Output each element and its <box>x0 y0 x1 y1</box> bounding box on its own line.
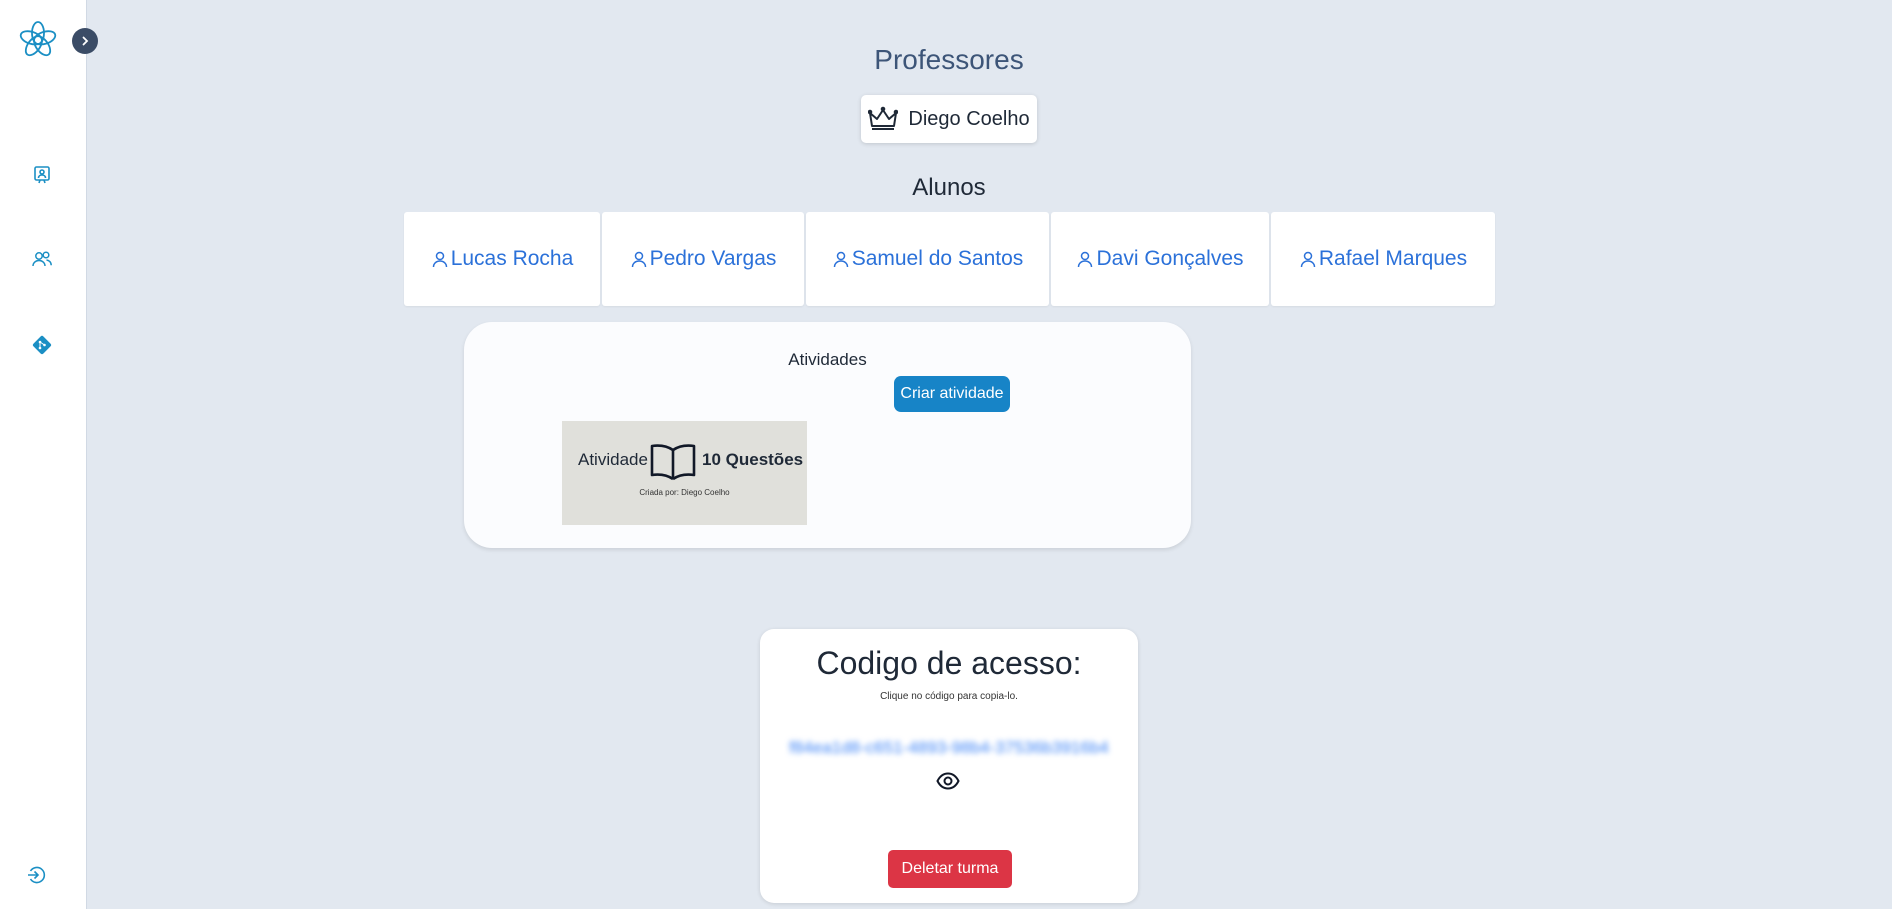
student-item[interactable]: Davi Gonçalves <box>1051 212 1269 306</box>
student-name: Samuel do Santos <box>851 247 1024 270</box>
access-code-value[interactable]: f84ea1d8-c651-4893-98b4-37536b3916b4 <box>760 738 1138 758</box>
class-page: Professores Diego Coelho Alunos Lucas Ro… <box>87 0 1892 909</box>
student-name: Lucas Rocha <box>450 247 574 270</box>
crown-icon <box>868 106 899 130</box>
students-list: Lucas Rocha Pedro Vargas Samuel do Santo… <box>404 212 1495 306</box>
presentation-icon[interactable] <box>31 164 53 186</box>
activities-panel: Atividades Criar atividade Atividade 10 … <box>464 322 1191 548</box>
user-icon <box>833 251 848 268</box>
activity-label: Atividade <box>578 450 648 469</box>
student-item[interactable]: Lucas Rocha <box>404 212 600 306</box>
expand-sidebar-button[interactable] <box>72 28 98 54</box>
students-title: Alunos <box>912 174 986 201</box>
flower-logo-icon[interactable] <box>18 20 58 60</box>
teacher-card[interactable]: Diego Coelho <box>861 95 1037 143</box>
teacher-name: Diego Coelho <box>908 107 1030 130</box>
student-name: Rafael Marques <box>1318 247 1468 270</box>
activity-author: Criada por: Diego Coelho <box>639 488 730 497</box>
chevron-right-icon <box>82 36 89 46</box>
sidebar <box>0 0 87 909</box>
user-icon <box>1078 251 1093 268</box>
access-code-hint: Clique no código para copia-lo. <box>880 691 1018 702</box>
student-name: Pedro Vargas <box>649 247 777 270</box>
access-code-card: Codigo de acesso: Clique no código para … <box>760 629 1138 903</box>
activities-title: Atividades <box>788 350 867 369</box>
user-icon <box>1300 251 1316 268</box>
git-diamond-icon[interactable] <box>31 334 53 356</box>
questions-count: 10 Questões <box>702 450 804 469</box>
delete-class-button[interactable]: Deletar turma <box>888 850 1012 888</box>
student-item[interactable]: Samuel do Santos <box>806 212 1049 306</box>
student-item[interactable]: Rafael Marques <box>1271 212 1495 306</box>
student-name: Davi Gonçalves <box>1096 247 1244 270</box>
create-activity-button[interactable]: Criar atividade <box>894 376 1010 412</box>
teachers-title: Professores <box>874 44 1024 75</box>
logout-icon[interactable] <box>26 864 48 886</box>
user-icon <box>432 251 447 268</box>
eye-icon[interactable] <box>936 770 960 792</box>
user-icon <box>631 251 646 268</box>
access-code-title: Codigo de acesso: <box>816 645 1082 681</box>
book-icon <box>650 444 696 481</box>
users-icon[interactable] <box>31 248 53 270</box>
activity-card[interactable]: Atividade 10 Questões Criada por: Diego … <box>562 421 807 525</box>
student-item[interactable]: Pedro Vargas <box>602 212 804 306</box>
